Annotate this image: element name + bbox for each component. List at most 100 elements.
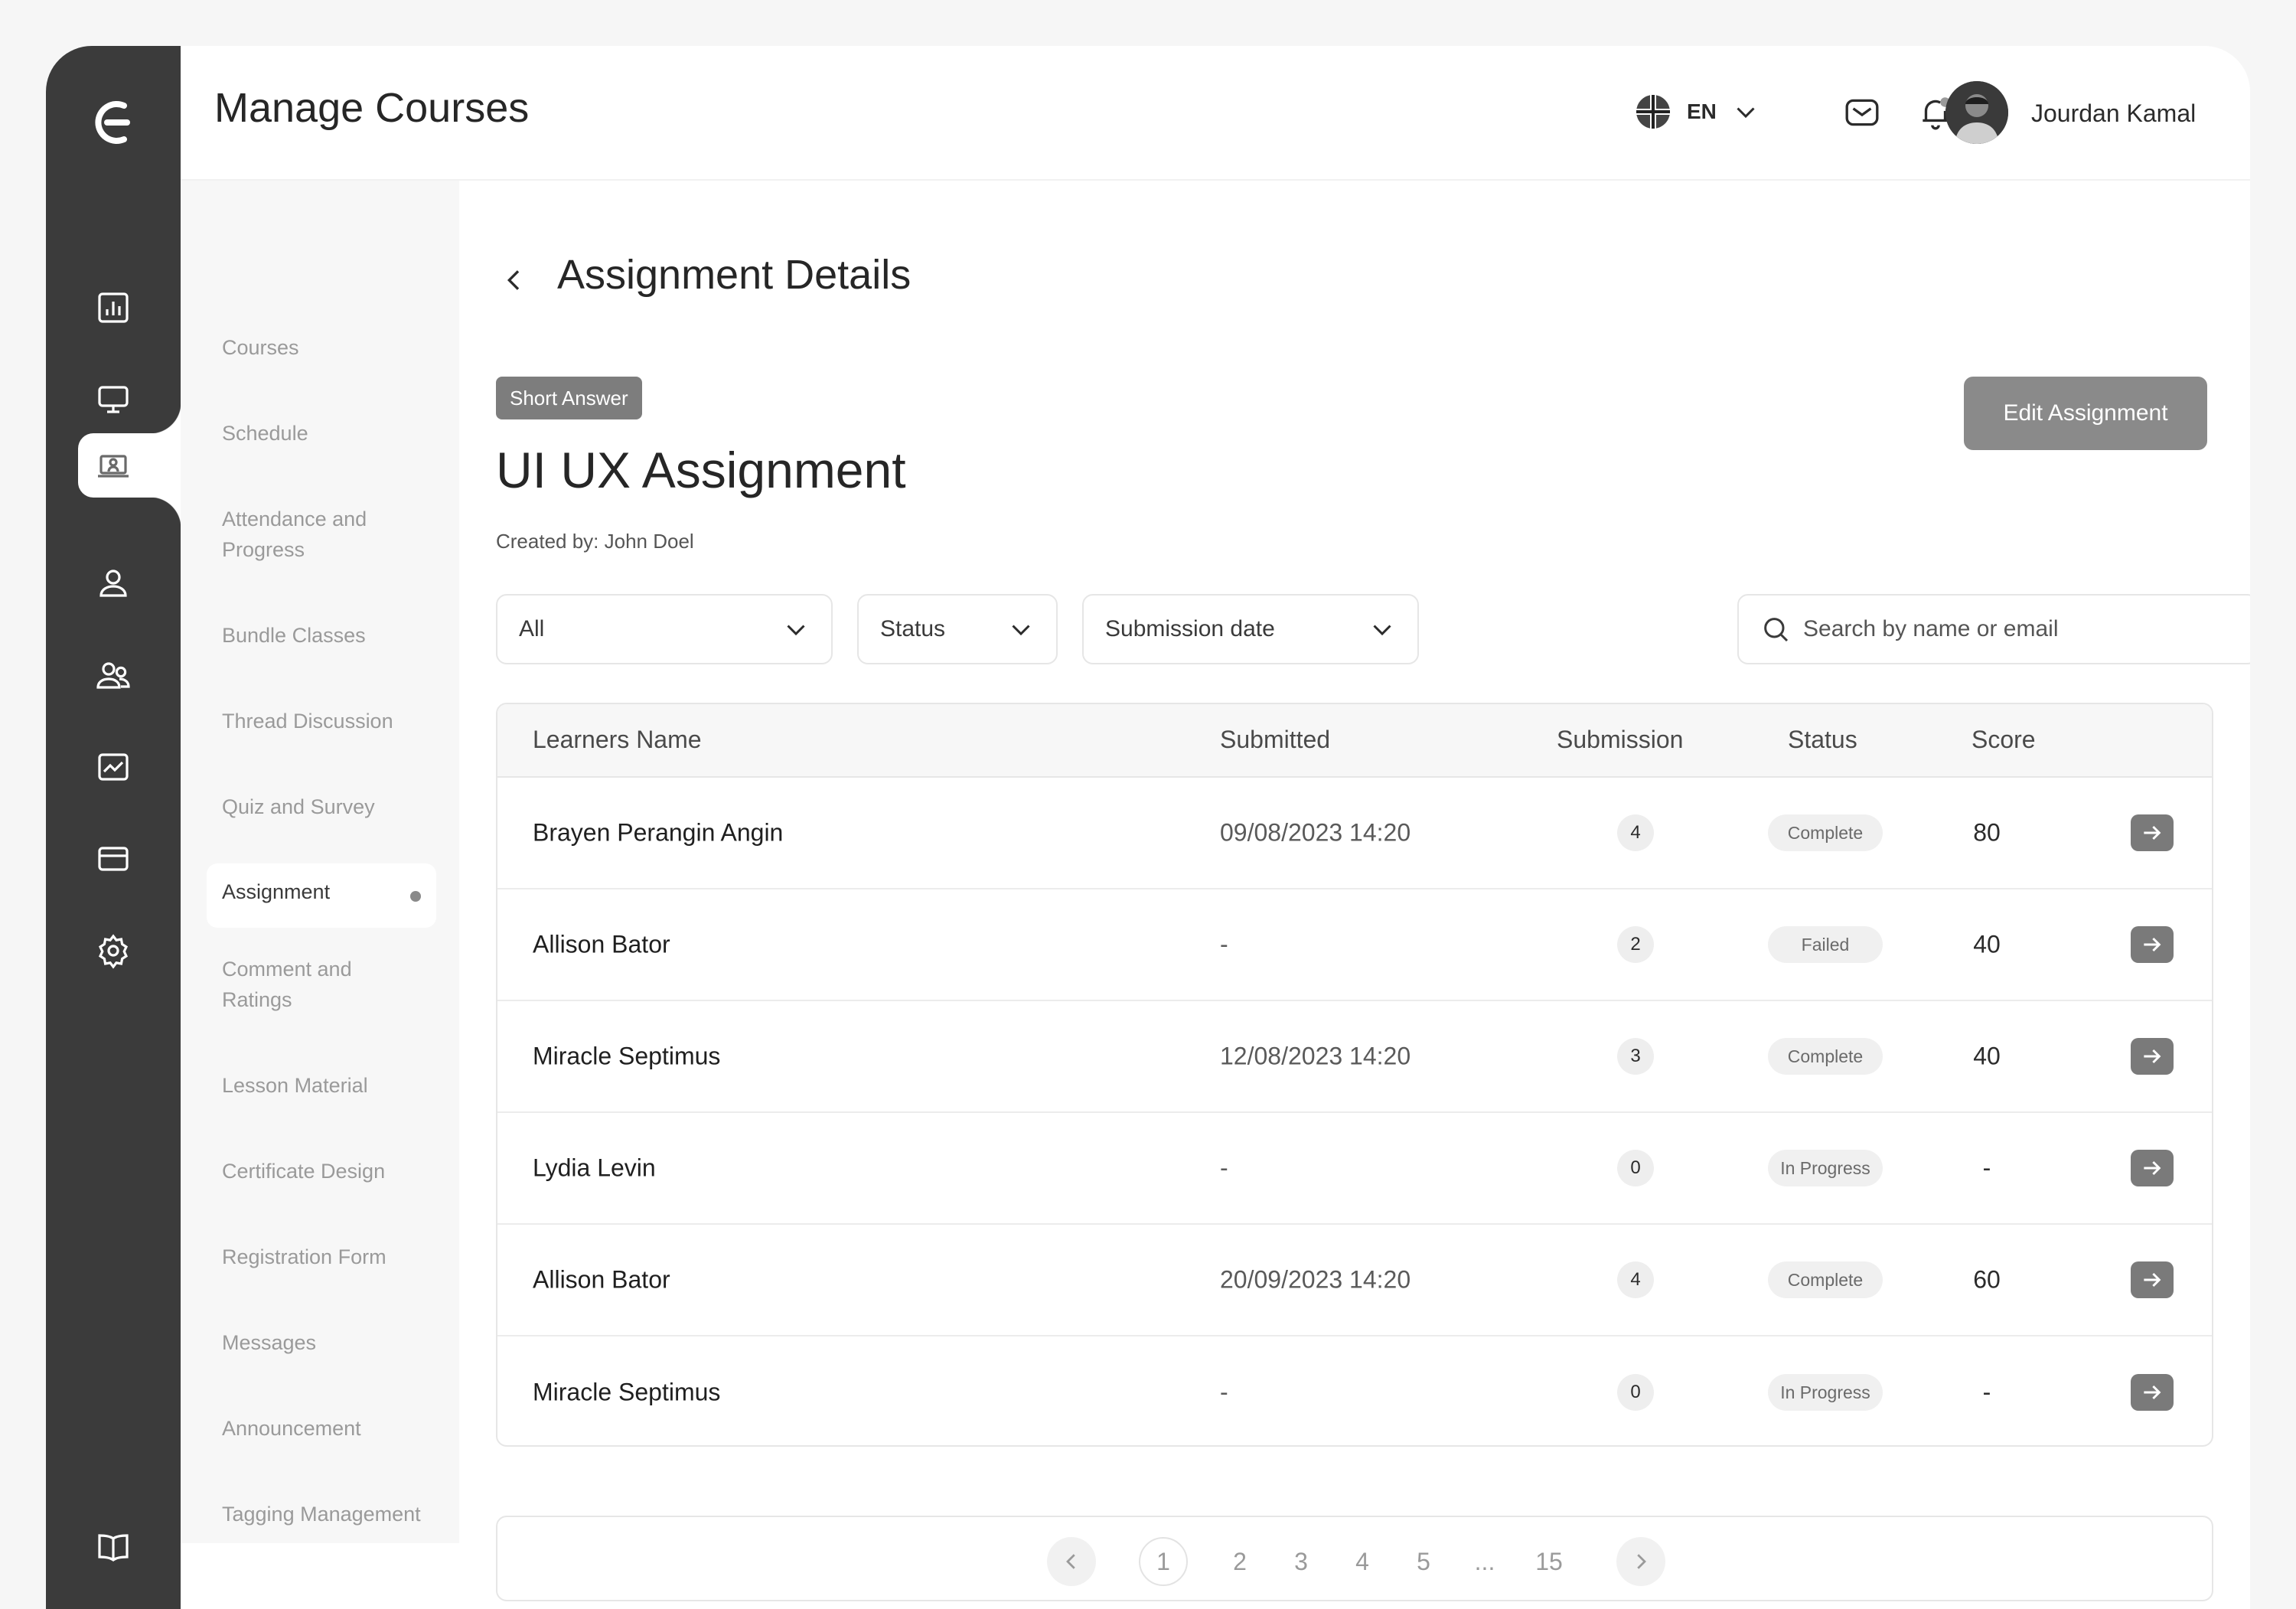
submission-count: 4: [1617, 814, 1654, 851]
chevron-down-icon: [1012, 625, 1030, 636]
page-ellipsis: ...: [1474, 1547, 1495, 1575]
page-4[interactable]: 4: [1338, 1537, 1387, 1586]
book-icon[interactable]: [86, 1520, 141, 1575]
card-icon[interactable]: [86, 831, 141, 886]
submission-count: 4: [1617, 1261, 1654, 1298]
submenu-item-bundle-classes[interactable]: Bundle Classes: [222, 620, 421, 651]
table-row[interactable]: Allison Bator - 2 Failed 40: [497, 889, 2212, 1001]
column-header-score: Score: [1971, 726, 2036, 753]
submission-count: 0: [1617, 1150, 1654, 1186]
status-badge: In Progress: [1768, 1374, 1883, 1411]
page-3[interactable]: 3: [1277, 1537, 1326, 1586]
assignment-title: UI UX Assignment: [496, 442, 906, 498]
page-title: Manage Courses: [214, 85, 530, 131]
submenu-item-messages[interactable]: Messages: [222, 1327, 421, 1358]
submenu-item-quiz-survey[interactable]: Quiz and Survey: [222, 791, 421, 822]
open-submission-button[interactable]: [2131, 926, 2174, 963]
arrow-right-icon: [2144, 1160, 2161, 1176]
submenu-item-tagging-management[interactable]: Tagging Management: [222, 1499, 421, 1529]
arrow-right-icon: [2144, 1385, 2161, 1400]
chevron-right-icon: [1637, 1554, 1646, 1569]
table-row[interactable]: Miracle Septimus 12/08/2023 14:20 3 Comp…: [497, 1001, 2212, 1113]
type-filter-dropdown[interactable]: All: [496, 594, 833, 664]
submenu-item-registration-form[interactable]: Registration Form: [222, 1242, 421, 1272]
user-icon[interactable]: [86, 556, 141, 611]
search-icon: [1764, 618, 1789, 642]
submitted-date: -: [1220, 1154, 1228, 1182]
open-submission-button[interactable]: [2131, 814, 2174, 851]
submenu-item-thread-discussion[interactable]: Thread Discussion: [222, 706, 421, 736]
analytics-icon[interactable]: [86, 739, 141, 795]
next-page-button[interactable]: [1616, 1537, 1665, 1586]
score: 40: [1973, 1042, 2001, 1070]
language-label: EN: [1687, 100, 1717, 123]
date-filter-dropdown[interactable]: Submission date: [1082, 594, 1419, 664]
score: 60: [1973, 1265, 2001, 1294]
table-row[interactable]: Allison Bator 20/09/2023 14:20 4 Complet…: [497, 1225, 2212, 1336]
back-arrow-icon[interactable]: [499, 265, 530, 295]
table-row[interactable]: Miracle Septimus - 0 In Progress -: [497, 1336, 2212, 1445]
submenu-item-courses[interactable]: Courses: [222, 332, 421, 363]
monitor-icon[interactable]: [86, 372, 141, 427]
mail-icon[interactable]: [1843, 93, 1881, 132]
open-submission-button[interactable]: [2131, 1150, 2174, 1186]
learner-name: Allison Bator: [533, 1265, 670, 1294]
prev-page-button[interactable]: [1047, 1537, 1096, 1586]
language-selector[interactable]: EN: [1635, 93, 1760, 130]
page-5[interactable]: 5: [1399, 1537, 1448, 1586]
arrow-right-icon: [2144, 825, 2161, 840]
status-badge: Failed: [1768, 926, 1883, 963]
flag-icon: [1636, 95, 1670, 129]
status-badge: Complete: [1768, 1261, 1883, 1298]
icon-rail: [46, 46, 181, 1609]
column-header-submitted: Submitted: [1220, 726, 1331, 753]
submenu-item-lesson-material[interactable]: Lesson Material: [222, 1070, 421, 1101]
submenu-item-announcement[interactable]: Announcement: [222, 1413, 421, 1444]
chevron-left-icon: [1066, 1554, 1075, 1569]
submission-count: 3: [1617, 1038, 1654, 1075]
learner-name: Miracle Septimus: [533, 1378, 721, 1406]
table-row[interactable]: Lydia Levin - 0 In Progress -: [497, 1113, 2212, 1225]
settings-icon[interactable]: [86, 923, 141, 978]
status-filter-dropdown[interactable]: Status: [857, 594, 1058, 664]
submenu-item-assignment[interactable]: Assignment: [207, 863, 436, 928]
page-1[interactable]: 1: [1139, 1537, 1188, 1586]
avatar[interactable]: [1945, 81, 2008, 144]
status-badge: Complete: [1768, 1038, 1883, 1075]
status-badge: In Progress: [1768, 1150, 1883, 1186]
app-window: Manage Courses EN Jourdan Kamal Courses …: [46, 46, 2250, 1609]
classroom-icon[interactable]: [86, 438, 141, 493]
submitted-date: 12/08/2023 14:20: [1220, 1042, 1411, 1070]
assignment-type-badge: Short Answer: [496, 377, 642, 419]
learners-table: Learners Name Submitted Submission Statu…: [496, 703, 2213, 1447]
status-filter-value: Status: [880, 616, 946, 641]
users-icon[interactable]: [86, 648, 141, 703]
open-submission-button[interactable]: [2131, 1374, 2174, 1411]
learner-name: Miracle Septimus: [533, 1042, 721, 1070]
search-box[interactable]: [1737, 594, 2250, 664]
submitted-date: 20/09/2023 14:20: [1220, 1265, 1411, 1294]
arrow-right-icon: [2144, 1049, 2161, 1064]
submitted-date: -: [1220, 930, 1228, 958]
arrow-right-icon: [2144, 937, 2161, 952]
dashboard-icon[interactable]: [86, 280, 141, 335]
open-submission-button[interactable]: [2131, 1261, 2174, 1298]
learner-name: Brayen Perangin Angin: [533, 818, 784, 847]
page-15[interactable]: 15: [1525, 1537, 1574, 1586]
submenu-item-comment-ratings[interactable]: Comment and Ratings: [222, 954, 421, 1015]
main-content: Assignment Details Short Answer UI UX As…: [459, 181, 2250, 1609]
search-input[interactable]: [1803, 616, 2232, 642]
course-submenu: Courses Schedule Attendance and Progress…: [181, 181, 459, 1543]
page-2[interactable]: 2: [1215, 1537, 1264, 1586]
submenu-item-schedule[interactable]: Schedule: [222, 418, 421, 449]
arrow-right-icon: [2144, 1272, 2161, 1288]
pagination: 1 2 3 4 5 ... 15: [496, 1516, 2213, 1601]
user-name: Jourdan Kamal: [2031, 100, 2197, 127]
submenu-item-certificate-design[interactable]: Certificate Design: [222, 1156, 421, 1186]
chevron-down-icon: [1737, 107, 1755, 119]
edit-assignment-button[interactable]: Edit Assignment: [1964, 377, 2207, 450]
open-submission-button[interactable]: [2131, 1038, 2174, 1075]
table-row[interactable]: Brayen Perangin Angin 09/08/2023 14:20 4…: [497, 778, 2212, 889]
submitted-date: 09/08/2023 14:20: [1220, 818, 1411, 847]
submenu-item-attendance[interactable]: Attendance and Progress: [222, 504, 421, 565]
